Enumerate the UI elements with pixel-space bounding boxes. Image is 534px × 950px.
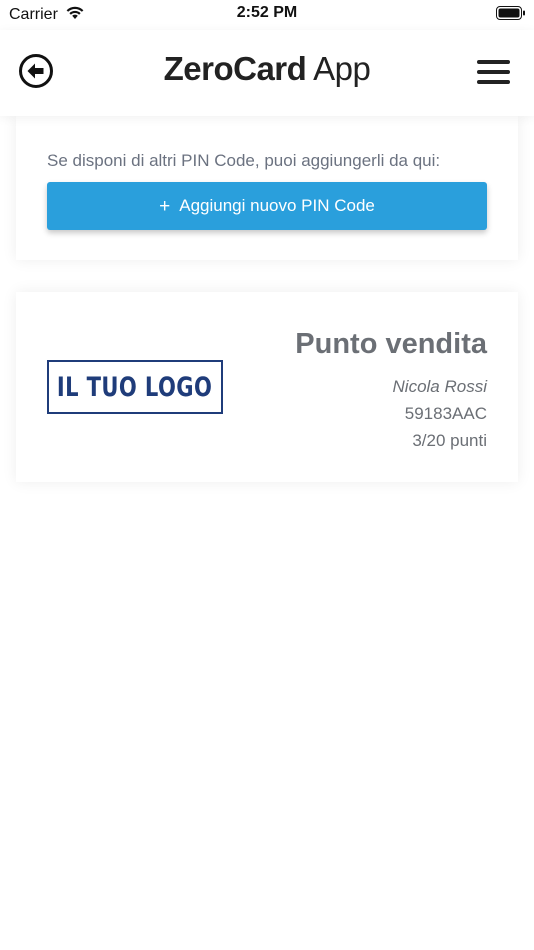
- add-pin-code-label: Aggiungi nuovo PIN Code: [179, 196, 375, 215]
- pin-code-card: Se disponi di altri PIN Code, puoi aggiu…: [16, 116, 518, 260]
- store-info: Punto vendita Nicola Rossi 59183AAC 3/20…: [295, 328, 487, 454]
- pin-code-description: Se disponi di altri PIN Code, puoi aggiu…: [47, 151, 441, 170]
- menu-button[interactable]: [477, 60, 510, 84]
- app-title-brand: ZeroCard: [163, 50, 307, 87]
- app-title-suffix: App: [313, 50, 371, 87]
- hamburger-menu-icon: [477, 60, 510, 84]
- store-code: 59183AAC: [404, 404, 487, 423]
- store-card[interactable]: IL TUO LOGO Punto vendita Nicola Rossi 5…: [16, 292, 518, 482]
- plus-icon: +: [159, 195, 171, 217]
- store-points: 3/20 punti: [412, 431, 487, 450]
- store-logo: IL TUO LOGO: [47, 360, 223, 414]
- store-owner: Nicola Rossi: [392, 377, 487, 396]
- add-pin-code-button[interactable]: + Aggiungi nuovo PIN Code: [47, 182, 487, 230]
- store-logo-text: IL TUO LOGO: [57, 371, 213, 403]
- app-header: ZeroCard App: [0, 30, 534, 116]
- store-title: Punto vendita: [295, 328, 487, 360]
- status-bar: Carrier 2:52 PM: [0, 0, 534, 30]
- battery-icon: [496, 6, 526, 20]
- status-time: 2:52 PM: [236, 4, 298, 21]
- app-title: ZeroCard App: [0, 50, 534, 88]
